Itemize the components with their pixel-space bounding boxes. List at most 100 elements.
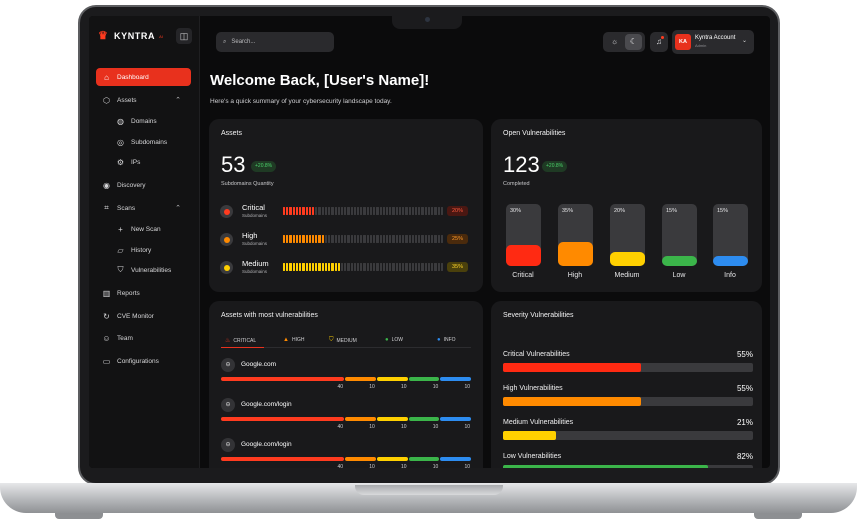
severity-bar-medium[interactable]: 20%	[610, 204, 645, 266]
progress-tick	[328, 207, 331, 215]
severity-segment	[345, 417, 376, 421]
severity-row[interactable]: High Subdomains 25%	[220, 230, 470, 250]
refresh-icon: ↻	[103, 311, 110, 321]
sidebar-item-ips[interactable]: ⚙ IPs	[96, 153, 191, 171]
asset-row[interactable]: ⊖ Google.com/login 40 10 10 10 10	[221, 398, 471, 434]
sidebar-item-discovery[interactable]: ◉ Discovery	[96, 176, 191, 194]
severity-bar-info[interactable]: 15%	[713, 204, 748, 266]
severity-bar-critical[interactable]: 30%	[506, 204, 541, 266]
severity-row[interactable]: Critical Subdomains 20%	[220, 202, 470, 222]
severity-percent-badge: 25%	[447, 234, 468, 244]
severity-bar-high[interactable]: 35%	[558, 204, 593, 266]
progress-tick	[376, 207, 379, 215]
sidebar-item-label: Subdomains	[131, 138, 168, 146]
search-input[interactable]: ⌕ Search...	[216, 32, 334, 52]
legend-low[interactable]: ● LOW	[385, 337, 403, 343]
severity-row[interactable]: Medium Subdomains 35%	[220, 258, 470, 278]
notifications-button[interactable]: ♫	[650, 32, 668, 52]
bar-fill	[662, 256, 697, 266]
sidebar-item-history[interactable]: ▱ History	[96, 241, 191, 259]
progress-tick	[418, 207, 421, 215]
legend-info[interactable]: ● INFO	[437, 337, 456, 343]
app-screen: ♛ KYNTRA AI ◫ ⌂ Dashboard ⬡ Assets ⌃ ◍ D…	[89, 16, 770, 468]
logo[interactable]: ♛ KYNTRA AI	[98, 30, 163, 42]
sidebar-item-scans[interactable]: ⌗ Scans ⌃	[96, 199, 191, 217]
progress-tick	[308, 263, 311, 271]
progress-tick	[340, 263, 344, 271]
legend-label: INFO	[443, 337, 456, 343]
moon-icon[interactable]: ☾	[625, 34, 642, 50]
severity-segment	[408, 377, 440, 381]
progress-tick	[414, 207, 418, 215]
asset-row[interactable]: ⊖ Google.com 40 10 10 10 10	[221, 358, 471, 394]
sidebar-item-assets[interactable]: ⬡ Assets ⌃	[96, 91, 191, 109]
severity-fill	[503, 397, 641, 406]
assets-card: Assets 53 +20.8% Subdomains Quantity Cri…	[209, 119, 483, 292]
sidebar-item-new-scan[interactable]: + New Scan	[96, 220, 191, 238]
compass-icon: ◉	[103, 180, 110, 190]
segment-value: 10	[400, 424, 407, 430]
kyntra-logo-icon: ♛	[98, 30, 108, 42]
assets-count: 53	[221, 152, 246, 177]
progress-tick	[427, 207, 431, 215]
severity-row-high[interactable]: High Vulnerabilities 55%	[503, 384, 753, 413]
progress-tick	[350, 207, 353, 215]
sidebar-item-configurations[interactable]: ▭ Configurations	[96, 352, 191, 370]
asset-row[interactable]: ⊖ Google.com/login 40 10 10 10 10	[221, 438, 471, 468]
severity-row-medium[interactable]: Medium Vulnerabilities 21%	[503, 418, 753, 447]
progress-tick	[299, 235, 302, 243]
severity-dot-core	[223, 208, 230, 215]
open-vuln-caption: Completed	[503, 181, 530, 187]
progress-tick	[347, 207, 350, 215]
progress-tick	[405, 207, 408, 215]
sun-icon[interactable]: ☼	[606, 34, 623, 50]
progress-tick	[376, 263, 379, 271]
progress-tick	[295, 235, 299, 243]
progress-tick	[424, 207, 427, 215]
sidebar-item-domains[interactable]: ◍ Domains	[96, 112, 191, 130]
severity-progress	[283, 263, 443, 271]
severity-row-low[interactable]: Low Vulnerabilities 82%	[503, 452, 753, 468]
progress-tick	[402, 263, 405, 271]
severity-row-critical[interactable]: Critical Vulnerabilities 55%	[503, 350, 753, 379]
segment-value: 40	[337, 384, 343, 390]
severity-segment	[376, 377, 408, 381]
severity-bar-low[interactable]: 15%	[662, 204, 697, 266]
search-placeholder: Search...	[231, 39, 256, 45]
progress-tick	[344, 263, 347, 271]
account-menu[interactable]: KA Kyntra Account Admin ⌄	[672, 30, 754, 54]
legend-medium[interactable]: ⛉ MEDIUM	[329, 337, 357, 344]
chart-icon: ▥	[102, 288, 111, 298]
progress-tick	[402, 207, 405, 215]
progress-tick	[311, 263, 315, 271]
sidebar-toggle-button[interactable]: ◫	[176, 28, 192, 44]
theme-toggle[interactable]: ☼ ☾	[603, 32, 645, 52]
progress-tick	[382, 207, 385, 215]
progress-tick	[311, 207, 315, 215]
sidebar-item-dashboard[interactable]: ⌂ Dashboard	[96, 68, 191, 86]
progress-tick	[437, 263, 440, 271]
progress-tick	[424, 235, 427, 243]
sidebar-item-label: Discovery	[117, 181, 146, 189]
sidebar-item-vulnerabilities[interactable]: ⛉ Vulnerabilities	[96, 261, 191, 279]
progress-tick	[427, 263, 431, 271]
severity-sub: Subdomains	[242, 241, 268, 246]
progress-tick	[360, 235, 363, 243]
sidebar-item-team[interactable]: ☺ Team	[96, 329, 191, 347]
sidebar-item-reports[interactable]: ▥ Reports	[96, 284, 191, 302]
bar-percent: 20%	[614, 208, 626, 214]
severity-track	[503, 363, 753, 372]
progress-tick	[440, 235, 443, 243]
sidebar-item-cve-monitor[interactable]: ↻ CVE Monitor	[96, 307, 191, 325]
progress-tick	[302, 235, 305, 243]
severity-segment	[408, 457, 440, 461]
progress-tick	[379, 263, 382, 271]
severity-progress	[283, 207, 443, 215]
sidebar-item-subdomains[interactable]: ◎ Subdomains	[96, 133, 191, 151]
progress-tick	[366, 207, 369, 215]
legend-critical[interactable]: ♨ CRITICAL	[225, 337, 256, 345]
legend-high[interactable]: ▲ HIGH	[283, 337, 304, 343]
warning-icon: ▲	[283, 337, 289, 343]
progress-tick	[286, 263, 289, 271]
assets-caption: Subdomains Quantity	[221, 181, 274, 187]
